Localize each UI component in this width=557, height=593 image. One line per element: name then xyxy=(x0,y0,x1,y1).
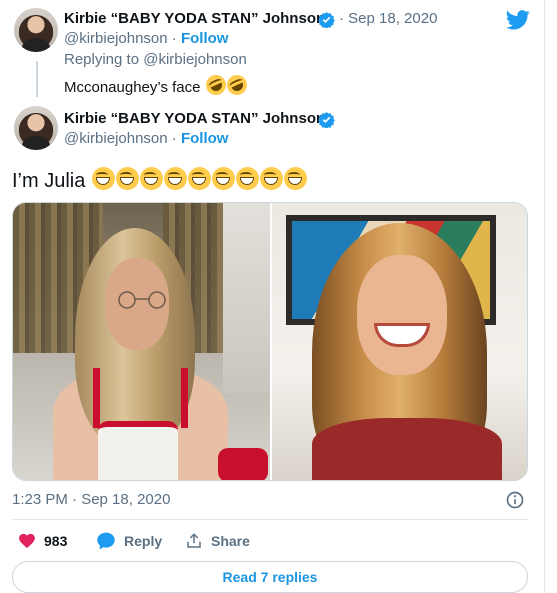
grin-emoji-icon xyxy=(91,167,115,190)
speech-bubble-icon xyxy=(97,532,115,550)
like-count: 983 xyxy=(44,533,68,549)
divider xyxy=(12,519,528,520)
author-name[interactable]: Kirbie “BABY YODA STAN” Johnson xyxy=(64,110,325,127)
reply-button[interactable]: Reply xyxy=(96,531,162,551)
grin-emoji-icon xyxy=(259,167,283,190)
follow-button[interactable]: Follow xyxy=(181,30,229,47)
replying-to-line: Replying to @kirbiejohnson xyxy=(64,51,247,68)
main-text-content: I’m Julia xyxy=(12,170,86,192)
replying-to-label: Replying to xyxy=(64,51,140,68)
tweet-video-media[interactable] xyxy=(12,202,528,481)
grin-emoji-icon xyxy=(115,167,139,190)
read-replies-label: Read 7 replies xyxy=(222,569,318,585)
author-name[interactable]: Kirbie “BABY YODA STAN” Johnson xyxy=(64,10,325,27)
rofl-emoji-icon xyxy=(223,71,250,99)
share-label: Share xyxy=(211,533,250,549)
verified-badge-icon xyxy=(318,112,335,128)
reply-text-content: Mcconaughey’s face xyxy=(64,79,201,96)
author-handle-row: @kirbiejohnson · Follow xyxy=(64,30,229,47)
tweet-embed-card: Kirbie “BABY YODA STAN” Johnson · Sep 18… xyxy=(0,0,545,593)
grin-emoji-icon xyxy=(139,167,163,190)
grin-emoji-icon xyxy=(211,167,235,190)
follow-button[interactable]: Follow xyxy=(181,130,229,147)
author-handle[interactable]: @kirbiejohnson xyxy=(64,130,168,147)
like-button[interactable]: 983 xyxy=(18,531,67,551)
video-panel-right xyxy=(272,203,527,480)
info-icon[interactable] xyxy=(505,490,525,510)
tweet-date[interactable]: · Sep 18, 2020 xyxy=(339,10,437,27)
thread-connector xyxy=(36,61,38,97)
grin-emoji-icon xyxy=(163,167,187,190)
rofl-emoji-icon xyxy=(202,71,229,99)
tweet-timestamp[interactable]: 1:23 PM · Sep 18, 2020 xyxy=(12,491,170,508)
share-icon xyxy=(187,533,201,548)
author-avatar[interactable] xyxy=(14,106,58,150)
share-button[interactable]: Share xyxy=(185,531,250,551)
grin-emoji-icon xyxy=(283,167,307,190)
author-handle[interactable]: @kirbiejohnson xyxy=(64,30,168,47)
reply-label: Reply xyxy=(124,533,163,549)
reply-tweet-text: Mcconaughey’s face xyxy=(64,71,250,99)
heart-icon xyxy=(19,533,35,549)
replying-to-handle[interactable]: @kirbiejohnson xyxy=(143,51,247,68)
read-replies-button[interactable]: Read 7 replies xyxy=(12,561,528,593)
grin-emoji-icon xyxy=(235,167,259,190)
verified-badge-icon xyxy=(318,12,335,28)
author-handle-row: @kirbiejohnson · Follow xyxy=(64,130,229,147)
twitter-bird-icon[interactable] xyxy=(506,10,530,30)
author-avatar[interactable] xyxy=(14,8,58,52)
grin-emoji-icon xyxy=(187,167,211,190)
main-tweet-text: I’m Julia xyxy=(12,167,307,193)
video-panel-left xyxy=(13,203,270,480)
